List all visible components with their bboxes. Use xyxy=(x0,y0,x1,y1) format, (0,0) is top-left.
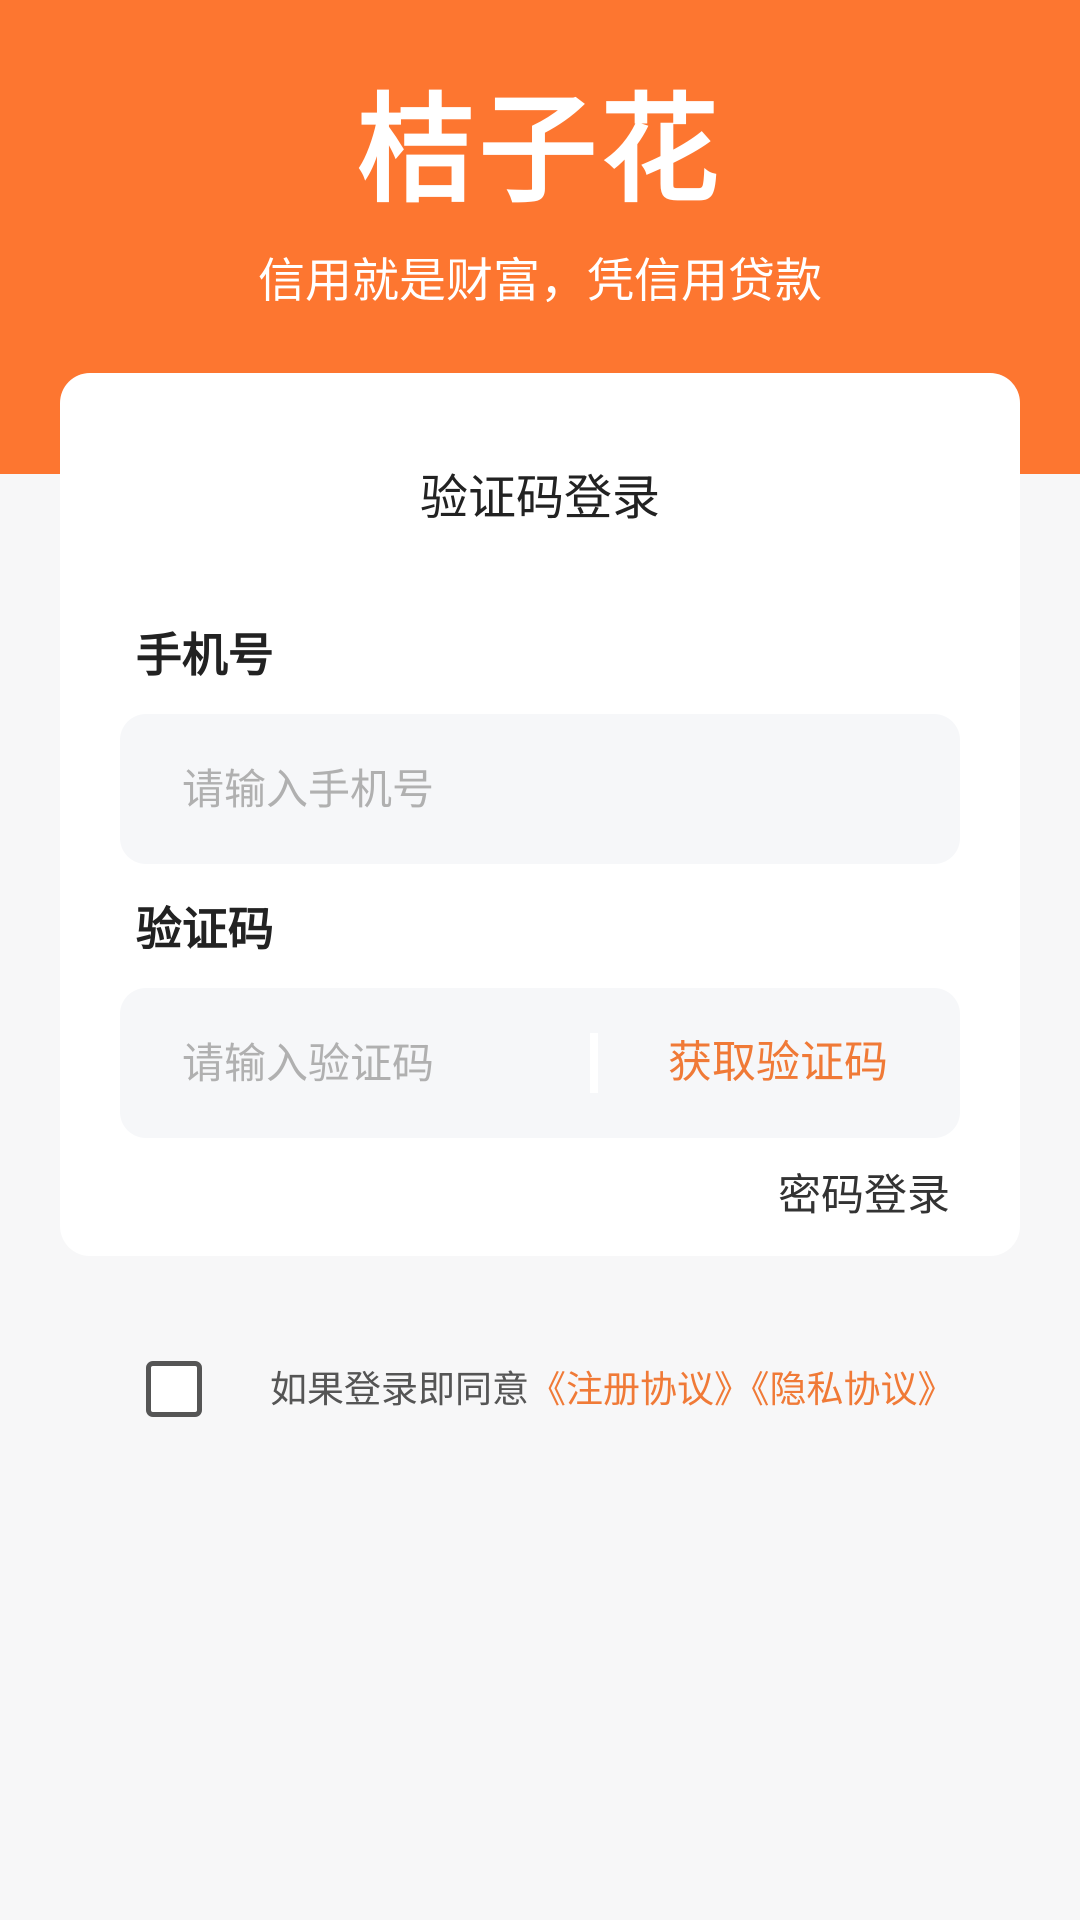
agreement-checkbox[interactable] xyxy=(146,1361,202,1417)
agreement-row: 如果登录即同意《注册协议》《隐私协议》 xyxy=(0,1355,1080,1425)
app-slogan: 信用就是财富，凭信用贷款 xyxy=(258,254,822,309)
agreement-prefix: 如果登录即同意 xyxy=(270,1368,529,1411)
get-code-button[interactable]: 获取验证码 xyxy=(598,988,958,1138)
phone-input[interactable] xyxy=(182,714,922,864)
verification-code-input[interactable] xyxy=(182,988,582,1138)
app-title: 桔子花 xyxy=(356,81,723,219)
code-input-container: 获取验证码 xyxy=(120,988,960,1138)
code-label: 验证码 xyxy=(136,902,274,956)
privacy-agreement-link[interactable]: 《隐私协议》 xyxy=(751,1368,955,1411)
login-card-title: 验证码登录 xyxy=(419,470,660,526)
agreement-text: 如果登录即同意《注册协议》《隐私协议》 xyxy=(270,1363,955,1417)
phone-input-container xyxy=(120,714,960,864)
password-login-link[interactable]: 密码登录 xyxy=(778,1168,950,1224)
register-agreement-link[interactable]: 《注册协议》 xyxy=(529,1368,751,1411)
input-divider xyxy=(590,1033,598,1093)
phone-label: 手机号 xyxy=(136,628,274,682)
login-card: 验证码登录 手机号 验证码 获取验证码 密码登录 xyxy=(60,373,1020,1256)
